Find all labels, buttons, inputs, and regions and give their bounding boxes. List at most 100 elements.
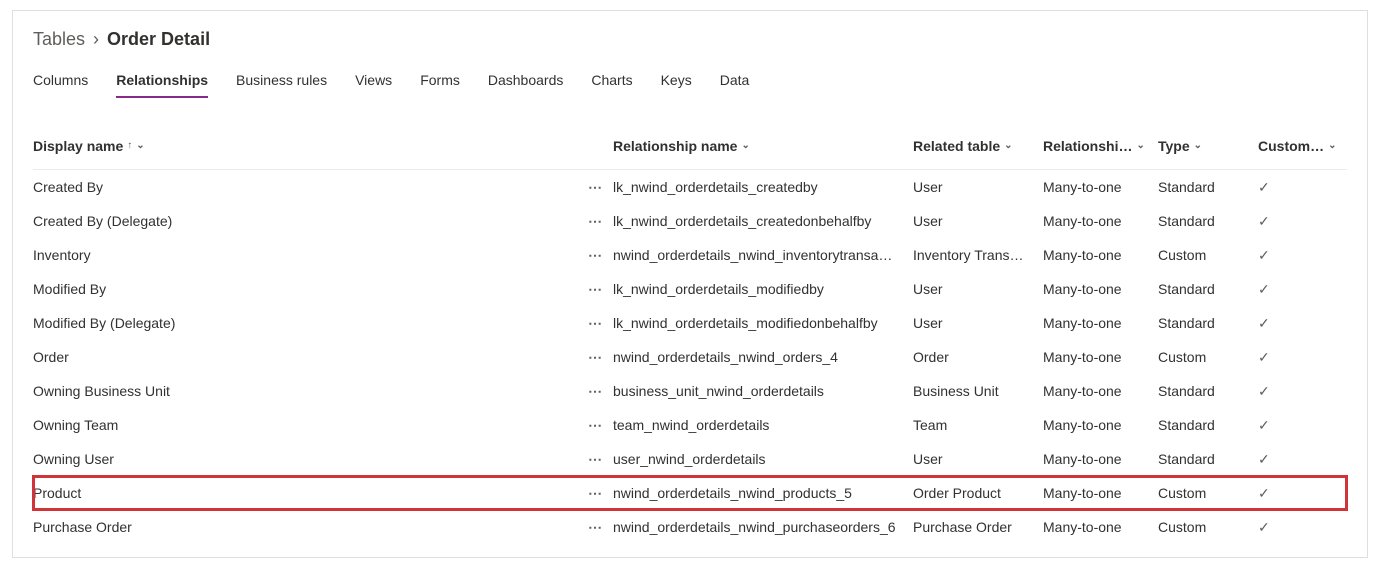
checkmark-icon: ✓ — [1258, 417, 1270, 433]
breadcrumb-root[interactable]: Tables — [33, 29, 85, 50]
col-related-table[interactable]: Related table ⌄ — [913, 138, 1043, 154]
col-relationship-type-label: Relationshi… — [1043, 138, 1132, 154]
table-row[interactable]: Created By (Delegate)⋯lk_nwind_orderdeta… — [33, 204, 1347, 238]
cell-related-table: User — [913, 213, 1043, 229]
cell-relationship-name: lk_nwind_orderdetails_createdonbehalfby — [613, 213, 913, 229]
more-actions-icon[interactable]: ⋯ — [588, 349, 613, 366]
cell-related-table: Business Unit — [913, 383, 1043, 399]
tab-forms[interactable]: Forms — [420, 64, 460, 98]
cell-related-table: User — [913, 451, 1043, 467]
cell-relationship-type: Many-to-one — [1043, 179, 1158, 195]
checkmark-icon: ✓ — [1258, 383, 1270, 399]
cell-relationship-name: nwind_orderdetails_nwind_orders_4 — [613, 349, 913, 365]
table-body: Created By⋯lk_nwind_orderdetails_created… — [33, 170, 1347, 544]
cell-type: Standard — [1158, 417, 1258, 433]
col-related-table-label: Related table — [913, 138, 1000, 154]
checkmark-icon: ✓ — [1258, 281, 1270, 297]
relationships-table: Display name ↑ ⌄ Relationship name ⌄ Rel… — [13, 98, 1367, 544]
tab-relationships[interactable]: Relationships — [116, 64, 208, 98]
more-actions-icon[interactable]: ⋯ — [588, 383, 613, 400]
cell-display-name: Modified By — [33, 281, 588, 297]
tab-keys[interactable]: Keys — [661, 64, 692, 98]
cell-customizable: ✓ — [1258, 281, 1338, 298]
cell-type: Standard — [1158, 281, 1258, 297]
tab-data[interactable]: Data — [720, 64, 750, 98]
more-actions-icon[interactable]: ⋯ — [588, 417, 613, 434]
cell-type: Standard — [1158, 451, 1258, 467]
cell-customizable: ✓ — [1258, 417, 1338, 434]
cell-display-name: Order — [33, 349, 588, 365]
table-row[interactable]: Inventory⋯nwind_orderdetails_nwind_inven… — [33, 238, 1347, 272]
col-display-name[interactable]: Display name ↑ ⌄ — [33, 138, 588, 154]
tab-charts[interactable]: Charts — [591, 64, 632, 98]
tab-business-rules[interactable]: Business rules — [236, 64, 327, 98]
more-actions-icon[interactable]: ⋯ — [588, 179, 613, 196]
more-actions-icon[interactable]: ⋯ — [588, 519, 613, 536]
table-row[interactable]: Order⋯nwind_orderdetails_nwind_orders_4O… — [33, 340, 1347, 374]
table-row[interactable]: Product⋯nwind_orderdetails_nwind_product… — [33, 476, 1347, 510]
checkmark-icon: ✓ — [1258, 519, 1270, 535]
panel: Tables › Order Detail ColumnsRelationshi… — [12, 10, 1368, 558]
table-header-row: Display name ↑ ⌄ Relationship name ⌄ Rel… — [33, 128, 1347, 170]
cell-relationship-type: Many-to-one — [1043, 315, 1158, 331]
table-row[interactable]: Modified By (Delegate)⋯lk_nwind_orderdet… — [33, 306, 1347, 340]
cell-relationship-name: lk_nwind_orderdetails_modifiedonbehalfby — [613, 315, 913, 331]
cell-relationship-name: team_nwind_orderdetails — [613, 417, 913, 433]
col-relationship-type[interactable]: Relationshi… ⌄ — [1043, 138, 1158, 154]
tab-views[interactable]: Views — [355, 64, 392, 98]
table-row[interactable]: Owning User⋯user_nwind_orderdetailsUserM… — [33, 442, 1347, 476]
cell-display-name: Created By (Delegate) — [33, 213, 588, 229]
col-customizable[interactable]: Custom… ⌄ — [1258, 138, 1338, 154]
cell-display-name: Owning User — [33, 451, 588, 467]
table-row[interactable]: Modified By⋯lk_nwind_orderdetails_modifi… — [33, 272, 1347, 306]
checkmark-icon: ✓ — [1258, 213, 1270, 229]
more-actions-icon[interactable]: ⋯ — [588, 281, 613, 298]
cell-relationship-type: Many-to-one — [1043, 417, 1158, 433]
cell-related-table: Inventory Trans… — [913, 247, 1043, 263]
cell-related-table: Order — [913, 349, 1043, 365]
tab-dashboards[interactable]: Dashboards — [488, 64, 564, 98]
cell-related-table: User — [913, 179, 1043, 195]
checkmark-icon: ✓ — [1258, 349, 1270, 365]
cell-related-table: User — [913, 281, 1043, 297]
more-actions-icon[interactable]: ⋯ — [588, 451, 613, 468]
col-relationship-name-label: Relationship name — [613, 138, 737, 154]
tab-bar: Columns Relationships Business rules Views F… — [13, 58, 1367, 98]
cell-display-name: Created By — [33, 179, 588, 195]
cell-relationship-name: user_nwind_orderdetails — [613, 451, 913, 467]
chevron-down-icon: ⌄ — [741, 140, 749, 151]
chevron-right-icon: › — [93, 29, 99, 50]
col-relationship-name[interactable]: Relationship name ⌄ — [613, 138, 913, 154]
cell-type: Custom — [1158, 519, 1258, 535]
table-row[interactable]: Created By⋯lk_nwind_orderdetails_created… — [33, 170, 1347, 204]
cell-relationship-type: Many-to-one — [1043, 451, 1158, 467]
col-display-name-label: Display name — [33, 138, 123, 154]
tab-columns[interactable]: Columns — [33, 64, 88, 98]
cell-related-table: Order Product — [913, 485, 1043, 501]
cell-related-table: Purchase Order — [913, 519, 1043, 535]
table-row[interactable]: Owning Team⋯team_nwind_orderdetailsTeamM… — [33, 408, 1347, 442]
table-row[interactable]: Owning Business Unit⋯business_unit_nwind… — [33, 374, 1347, 408]
col-customizable-label: Custom… — [1258, 138, 1324, 154]
more-actions-icon[interactable]: ⋯ — [588, 315, 613, 332]
cell-relationship-name: lk_nwind_orderdetails_createdby — [613, 179, 913, 195]
cell-relationship-type: Many-to-one — [1043, 383, 1158, 399]
table-row[interactable]: Purchase Order⋯nwind_orderdetails_nwind_… — [33, 510, 1347, 544]
cell-display-name: Owning Business Unit — [33, 383, 588, 399]
col-type[interactable]: Type ⌄ — [1158, 138, 1258, 154]
cell-relationship-type: Many-to-one — [1043, 519, 1158, 535]
cell-display-name: Modified By (Delegate) — [33, 315, 588, 331]
cell-customizable: ✓ — [1258, 451, 1338, 468]
checkmark-icon: ✓ — [1258, 247, 1270, 263]
chevron-down-icon: ⌄ — [136, 140, 144, 151]
sort-ascending-icon: ↑ — [127, 140, 132, 151]
checkmark-icon: ✓ — [1258, 315, 1270, 331]
cell-type: Standard — [1158, 179, 1258, 195]
more-actions-icon[interactable]: ⋯ — [588, 485, 613, 502]
cell-relationship-name: nwind_orderdetails_nwind_inventorytransa… — [613, 247, 913, 263]
more-actions-icon[interactable]: ⋯ — [588, 247, 613, 264]
cell-relationship-name: lk_nwind_orderdetails_modifiedby — [613, 281, 913, 297]
cell-relationship-type: Many-to-one — [1043, 485, 1158, 501]
cell-display-name: Product — [33, 485, 588, 501]
more-actions-icon[interactable]: ⋯ — [588, 213, 613, 230]
